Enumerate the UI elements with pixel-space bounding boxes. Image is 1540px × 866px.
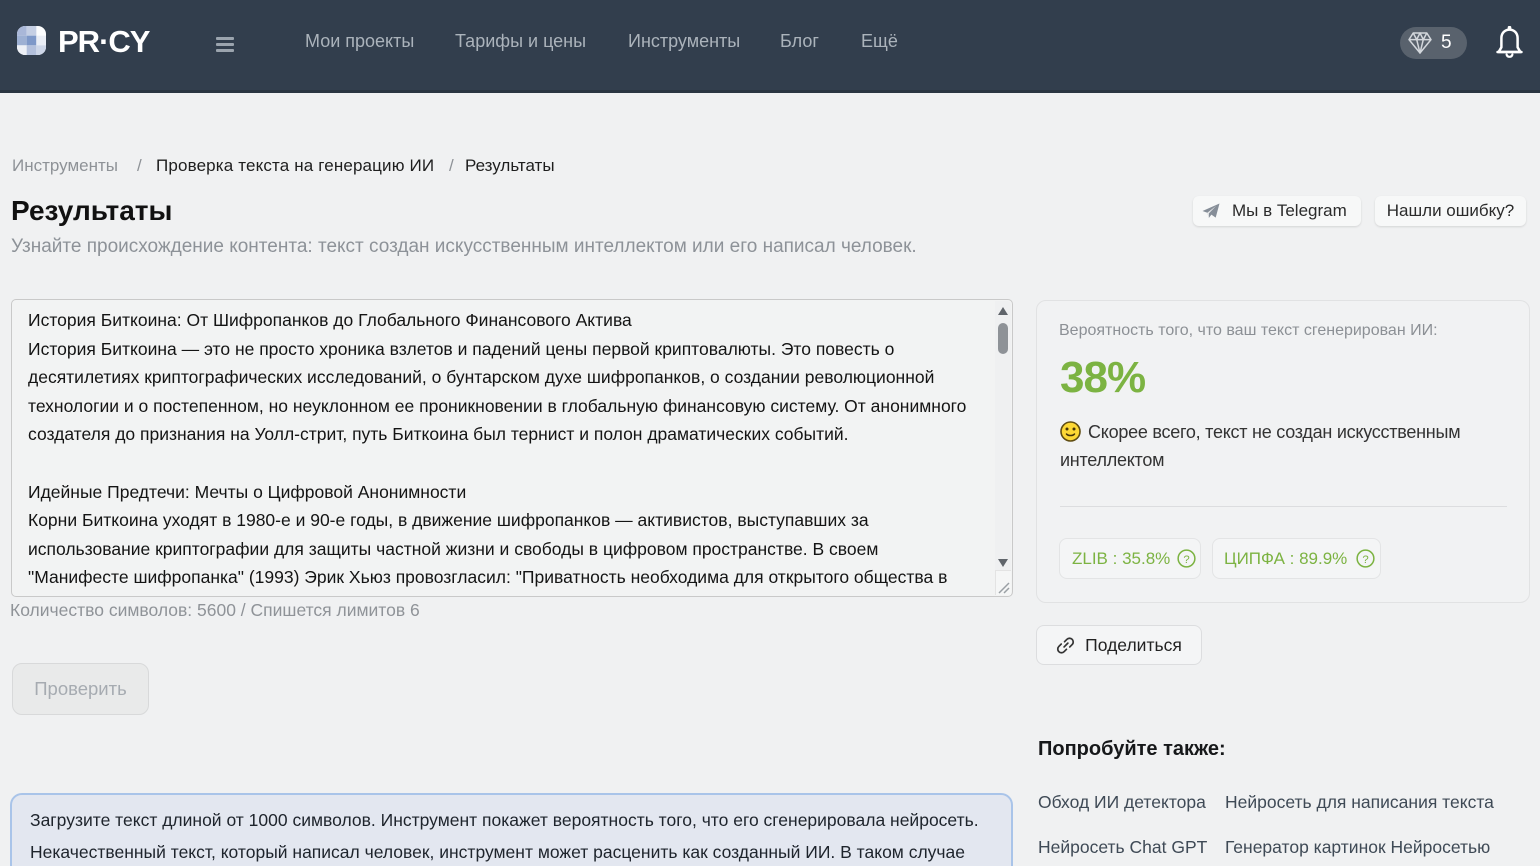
svg-text:?: ? [1184,554,1190,566]
svg-text:?: ? [1363,554,1369,566]
